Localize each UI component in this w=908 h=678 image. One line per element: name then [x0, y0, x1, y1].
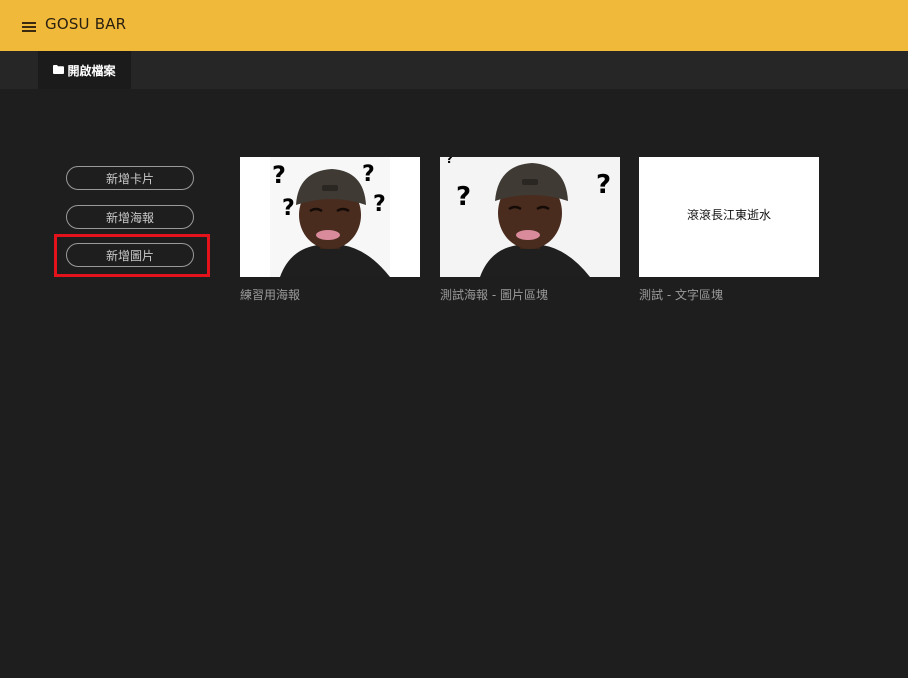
svg-text:?: ? — [362, 162, 375, 187]
confused-face-image: ? ? ? — [440, 157, 620, 277]
poster-card[interactable]: ? ? ? ? 練習用海報 — [240, 157, 420, 303]
tab-bar: 開啟檔案 — [0, 51, 908, 89]
card-title: 練習用海報 — [240, 288, 301, 302]
svg-text:?: ? — [446, 157, 453, 166]
app-bar: GOSU BAR — [0, 0, 908, 51]
tab-open-file[interactable]: 開啟檔案 — [38, 51, 131, 89]
add-poster-button[interactable]: 新增海報 — [66, 205, 194, 229]
app-title: GOSU BAR — [45, 15, 127, 33]
svg-text:?: ? — [456, 182, 471, 212]
confused-face-image: ? ? ? ? — [240, 157, 420, 277]
svg-text:?: ? — [272, 161, 286, 189]
hamburger-menu-icon[interactable] — [20, 18, 38, 34]
folder-icon — [53, 64, 65, 74]
svg-text:?: ? — [373, 192, 386, 217]
poster-card[interactable]: ? ? ? 測試海報 - 圖片區塊 — [440, 157, 620, 303]
card-title: 測試海報 - 圖片區塊 — [440, 288, 548, 302]
svg-text:?: ? — [596, 170, 611, 200]
tab-label: 開啟檔案 — [67, 63, 116, 78]
text-thumbnail: 滾滾長江東逝水 — [639, 157, 819, 277]
text-card[interactable]: 滾滾長江東逝水 測試 - 文字區塊 — [639, 157, 819, 303]
highlight-box — [54, 234, 210, 277]
card-title: 測試 - 文字區塊 — [639, 288, 723, 302]
svg-text:?: ? — [282, 196, 295, 221]
add-card-button[interactable]: 新增卡片 — [66, 166, 194, 190]
thumbnail-text: 滾滾長江東逝水 — [686, 207, 771, 222]
